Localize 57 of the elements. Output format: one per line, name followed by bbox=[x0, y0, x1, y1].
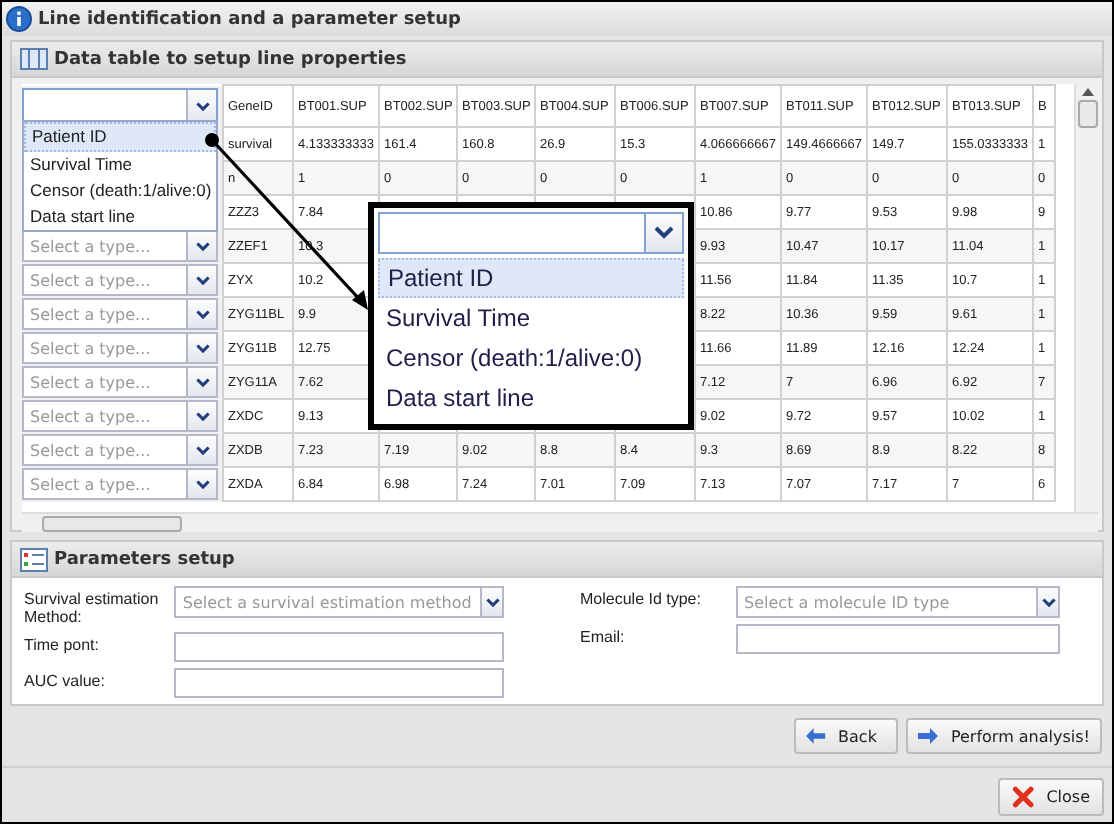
field-label: AUC value: bbox=[24, 670, 107, 690]
chevron-down-icon bbox=[195, 445, 209, 455]
dropdown-button[interactable] bbox=[1036, 588, 1058, 616]
chevron-down-icon bbox=[485, 595, 499, 609]
dropdown-option[interactable]: Censor (death:1/alive:0) bbox=[378, 338, 684, 378]
left-arrow-icon bbox=[806, 728, 827, 744]
dropdown-button[interactable] bbox=[186, 436, 216, 464]
chevron-down-icon bbox=[195, 343, 209, 353]
horizontal-scrollbar[interactable] bbox=[22, 512, 1098, 532]
dropdown-button[interactable] bbox=[186, 232, 216, 260]
close-icon bbox=[1012, 784, 1035, 810]
chevron-down-icon bbox=[195, 101, 209, 111]
field-label: Survival estimation Method: bbox=[24, 588, 161, 626]
back-button[interactable]: Back bbox=[794, 718, 899, 754]
dropdown-option[interactable]: Data start line bbox=[24, 204, 216, 230]
dropdown-option[interactable]: Survival Time bbox=[378, 298, 684, 338]
chevron-down-icon bbox=[195, 377, 209, 387]
dropdown-button[interactable] bbox=[186, 89, 216, 123]
chevron-down-icon bbox=[195, 275, 209, 285]
forward-button[interactable]: Perform analysis! bbox=[906, 718, 1102, 754]
chevron-down-icon bbox=[195, 241, 209, 251]
dropdown-button[interactable] bbox=[186, 470, 216, 498]
input-field[interactable] bbox=[174, 668, 504, 698]
dropdown-option[interactable]: Censor (death:1/alive:0) bbox=[24, 178, 216, 204]
dropdown-option[interactable]: Patient ID bbox=[24, 122, 216, 152]
right-arrow-icon bbox=[918, 728, 939, 744]
field-label: Email: bbox=[580, 626, 627, 646]
vertical-scrollbar[interactable] bbox=[1074, 84, 1098, 512]
window-title: Line identification and a parameter setup bbox=[38, 9, 461, 29]
dropdown-button[interactable] bbox=[186, 368, 216, 396]
close-button[interactable]: Close bbox=[998, 778, 1104, 816]
chevron-down-icon bbox=[195, 309, 209, 319]
table-icon bbox=[20, 48, 48, 70]
dropdown-option[interactable]: Survival Time bbox=[24, 152, 216, 178]
chevron-down-icon bbox=[654, 226, 674, 240]
dropdown-option[interactable]: Patient ID bbox=[378, 258, 684, 298]
dropdown-button[interactable] bbox=[186, 334, 216, 362]
dropdown-button[interactable] bbox=[480, 588, 502, 616]
chevron-down-icon bbox=[1041, 595, 1055, 609]
dropdown-button[interactable] bbox=[644, 214, 682, 252]
info-icon bbox=[6, 6, 32, 32]
field-label: Molecule Id type: bbox=[580, 588, 703, 608]
input-field[interactable] bbox=[174, 632, 504, 662]
panel-title: Data table to setup line properties bbox=[54, 49, 407, 69]
field-label: Time pont: bbox=[24, 634, 101, 654]
scroll-up-arrow-icon[interactable] bbox=[1081, 88, 1094, 96]
chevron-down-icon bbox=[195, 411, 209, 421]
chevron-down-icon bbox=[195, 479, 209, 489]
panel-title: Parameters setup bbox=[54, 549, 235, 569]
dropdown-button[interactable] bbox=[186, 266, 216, 294]
input-field[interactable] bbox=[736, 624, 1060, 654]
scroll-thumb[interactable] bbox=[42, 515, 182, 531]
dropdown-button[interactable] bbox=[186, 300, 216, 328]
list-icon bbox=[20, 547, 48, 571]
scroll-thumb[interactable] bbox=[1077, 100, 1098, 128]
dropdown-button[interactable] bbox=[186, 402, 216, 430]
dropdown-option[interactable]: Data start line bbox=[378, 378, 684, 418]
